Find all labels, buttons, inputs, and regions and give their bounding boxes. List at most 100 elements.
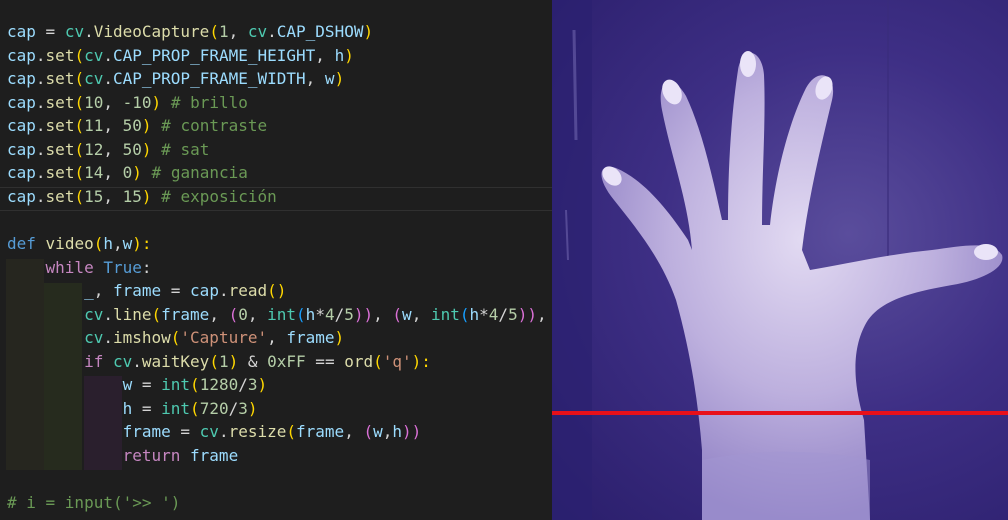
code-token: & <box>238 351 268 371</box>
code-token: # i = input('>> ') <box>7 493 181 512</box>
code-token: w <box>122 375 133 395</box>
code-line[interactable]: cap.set(cv.CAP_PROP_FRAME_HEIGHT, h) <box>7 44 354 68</box>
code-token: ) <box>151 92 162 112</box>
code-line[interactable]: _, frame = cap.read() <box>7 279 286 303</box>
code-token: ) <box>247 398 258 418</box>
code-token: ) <box>363 22 374 41</box>
code-token: . <box>35 45 46 65</box>
code-token: ( <box>459 304 470 324</box>
code-line[interactable]: if cv.waitKey(1) & 0xFF == ord('q'): <box>7 350 431 374</box>
code-token: 15 <box>84 186 104 206</box>
code-token: . <box>84 22 94 41</box>
code-token: ) <box>334 328 345 348</box>
code-token: cv <box>84 69 104 89</box>
code-token: h <box>122 398 133 418</box>
code-line[interactable]: return frame <box>7 444 239 468</box>
code-token: . <box>103 304 113 324</box>
code-line[interactable]: cap.set(12, 50) # sat <box>7 138 209 162</box>
code-token: ( <box>74 92 85 112</box>
code-token: ( <box>74 163 85 183</box>
code-token: , <box>103 186 123 206</box>
code-token: w <box>122 233 133 253</box>
code-token: ( <box>209 22 219 41</box>
code-token: 1 <box>218 22 229 41</box>
code-token: _ <box>84 281 94 301</box>
code-token: 720 <box>199 398 229 418</box>
code-token: cap <box>190 281 219 301</box>
code-token: , <box>93 281 113 301</box>
code-token: CAP_PROP_FRAME_HEIGHT <box>113 45 316 65</box>
hand-image <box>552 0 1003 520</box>
code-token: ) <box>257 375 268 395</box>
code-token: # contraste <box>161 116 268 136</box>
code-token: )) <box>353 304 374 324</box>
code-line[interactable]: cap.set(10, -10) # brillo <box>7 91 248 115</box>
code-token: frame <box>296 422 345 442</box>
code-token: CAP_PROP_FRAME_WIDTH <box>113 69 306 89</box>
code-token: . <box>132 351 142 371</box>
code-line[interactable]: cap = cv.VideoCapture(1, cv.CAP_DSHOW) <box>7 20 373 44</box>
code-token: , <box>305 69 325 89</box>
code-editor[interactable]: cap = cv.VideoCapture(1, cv.CAP_DSHOW)ca… <box>0 0 552 520</box>
code-token: while <box>45 257 94 277</box>
code-token: = <box>35 22 65 41</box>
code-token: 'Capture' <box>180 328 268 348</box>
code-line[interactable]: # i = input('>> ') <box>7 491 180 515</box>
code-token: ) <box>344 45 354 65</box>
code-token: , <box>113 233 123 253</box>
code-token: 1 <box>218 351 229 371</box>
code-token: ( <box>74 139 85 159</box>
code-token: , <box>209 304 229 324</box>
code-line[interactable]: cap.set(cv.CAP_PROP_FRAME_WIDTH, w) <box>7 67 344 91</box>
capture-window <box>552 0 1008 520</box>
code-token: w <box>373 422 383 442</box>
code-line[interactable]: frame = cv.resize(frame, (w,h)) <box>7 420 422 444</box>
code-token: ( <box>74 45 85 65</box>
code-token: , <box>536 304 547 324</box>
code-token: , <box>373 304 393 324</box>
code-line[interactable]: while True: <box>7 256 152 280</box>
code-token: 0xFF <box>267 351 306 371</box>
code-line[interactable]: cap.set(15, 15) # exposición <box>7 185 277 209</box>
code-token: cap <box>7 116 36 136</box>
code-token: set <box>45 186 75 206</box>
code-token: , <box>411 304 431 324</box>
code-line[interactable]: w = int(1280/3) <box>7 373 268 397</box>
code-line[interactable]: h = int(720/3) <box>7 397 258 421</box>
code-token: ( <box>74 186 85 206</box>
code-token: ( <box>228 304 239 324</box>
code-token: -10 <box>122 92 152 112</box>
code-token: 50 <box>122 116 142 136</box>
code-line[interactable]: cv.line(frame, (0, int(h*4/5)), (w, int(… <box>7 303 547 327</box>
code-token: / <box>238 375 248 395</box>
code-token: frame <box>286 328 335 348</box>
code-token: () <box>267 281 287 301</box>
code-token: waitKey <box>141 351 210 371</box>
code-token: , <box>344 422 364 442</box>
code-line[interactable]: def video(h,w): <box>7 232 152 256</box>
code-token: ) <box>141 186 152 206</box>
code-line[interactable]: cap.set(11, 50) # contraste <box>7 114 267 138</box>
code-token: ( <box>190 375 200 395</box>
code-token: cv <box>84 328 104 348</box>
code-token: . <box>35 186 46 206</box>
code-token: = <box>132 398 162 418</box>
code-token: frame <box>161 304 210 324</box>
code-token: w <box>402 304 412 324</box>
code-token: 5 <box>508 304 518 324</box>
code-token: ) <box>132 163 142 183</box>
code-line[interactable]: cv.imshow('Capture', frame) <box>7 326 344 350</box>
code-line[interactable]: cap.set(14, 0) # ganancia <box>7 161 248 185</box>
detection-line <box>552 411 1008 415</box>
code-token: # sat <box>161 139 210 159</box>
code-token: 12 <box>84 139 104 159</box>
code-token: ) <box>228 351 239 371</box>
code-token: = <box>161 281 191 301</box>
code-token: set <box>45 163 75 183</box>
code-token: cv <box>112 351 133 371</box>
